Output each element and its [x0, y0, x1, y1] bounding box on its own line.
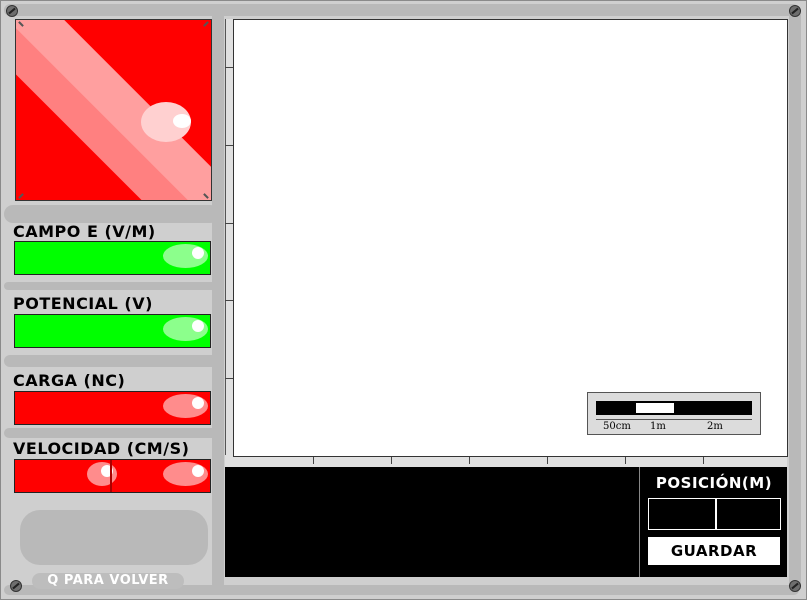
position-x-field[interactable]: [648, 498, 716, 530]
screw-icon: [6, 5, 18, 17]
save-button[interactable]: GUARDAR: [648, 537, 780, 565]
campo-label: CAMPO E (V/M): [13, 222, 156, 241]
meter-glint: [163, 244, 208, 268]
meter-glint: [163, 462, 208, 486]
scale-label-1m: 1m: [650, 421, 666, 432]
screw-icon: [789, 5, 801, 17]
campo-meter: [14, 241, 211, 275]
screw-icon: [10, 580, 22, 592]
meter-divider: [110, 460, 112, 492]
y-tick: [225, 145, 233, 146]
frame-smudge: [4, 282, 219, 290]
y-tick: [225, 223, 233, 224]
console-separator: [639, 467, 640, 577]
frame-smudge: [212, 10, 224, 590]
meter-glint: [163, 317, 208, 341]
potencial-label: POTENCIAL (V): [13, 294, 153, 313]
carga-meter: [14, 391, 211, 425]
back-button[interactable]: Q PARA VOLVER: [32, 573, 184, 589]
x-tick: [547, 457, 548, 464]
velocidad-meter: [14, 459, 211, 493]
meter-glint: [87, 462, 117, 486]
x-tick: [703, 457, 704, 464]
particle-icon: [173, 114, 191, 128]
x-tick: [469, 457, 470, 464]
frame-smudge: [4, 4, 799, 16]
frame-smudge: [4, 428, 219, 438]
position-title: POSICIÓN(M): [655, 474, 773, 492]
scale-bar: [596, 401, 752, 415]
carga-label: CARGA (NC): [13, 371, 126, 390]
corner-mark: [18, 193, 24, 199]
y-tick: [225, 67, 233, 68]
y-tick: [225, 300, 233, 301]
velocidad-label: VELOCIDAD (CM/S): [13, 439, 190, 458]
y-tick: [225, 378, 233, 379]
scale-line: [596, 419, 752, 420]
corner-mark: [203, 21, 209, 27]
scale-label-50cm: 50cm: [603, 421, 631, 432]
x-tick: [391, 457, 392, 464]
frame-smudge: [4, 205, 219, 223]
x-tick: [313, 457, 314, 464]
meter-glint: [163, 394, 208, 418]
frame-smudge: [4, 355, 219, 367]
potencial-meter: [14, 314, 211, 348]
particle-viewer: [15, 19, 212, 201]
screw-icon: [789, 580, 801, 592]
scale-label-2m: 2m: [707, 421, 723, 432]
x-tick: [625, 457, 626, 464]
position-y-field[interactable]: [716, 498, 781, 530]
frame-smudge: [20, 510, 208, 565]
scale-legend: 50cm 1m 2m: [587, 392, 761, 435]
frame-smudge: [789, 10, 801, 590]
